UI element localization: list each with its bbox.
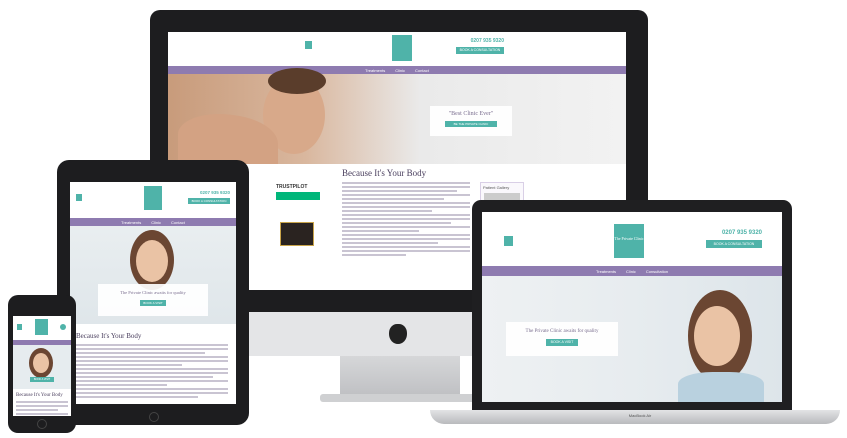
book-consultation-button[interactable]: BOOK A CONSULTATION — [706, 240, 762, 248]
hero-model-image — [33, 353, 49, 373]
hero-model-shirt — [678, 372, 764, 402]
hero-quote: "Best Clinic Ever" — [448, 111, 494, 117]
trustpilot-widget[interactable]: TRUSTPILOT — [276, 184, 320, 200]
imac-nav: Treatments Clinic Contact — [168, 66, 626, 74]
section-heading: Because It's Your Body — [342, 168, 427, 178]
trustpilot-label: TRUSTPILOT — [276, 184, 308, 190]
hero-model-hair — [268, 68, 326, 94]
nav-item-clinic[interactable]: Clinic — [395, 68, 405, 73]
nav-item-clinic[interactable]: Clinic — [151, 220, 161, 225]
logo-text: The Private Clinic — [614, 236, 644, 241]
hero-button[interactable]: BOOK A VISIT — [140, 300, 166, 306]
body-copy — [16, 401, 68, 416]
nav-item-treatments[interactable]: Treatments — [596, 269, 616, 274]
hero-model-image — [136, 240, 168, 282]
phone-screen: BOOK A VISIT Because It's Your Body — [13, 316, 71, 416]
hero-tagline: The Private Clinic awaits for quality — [120, 290, 186, 295]
hero-tagline-box: The Private Clinic awaits for quality BO… — [98, 284, 208, 316]
laptop-screen: The Private Clinic 0207 935 9320 BOOK A … — [482, 212, 782, 402]
phone-hero: BOOK A VISIT — [13, 345, 71, 389]
menu-icon[interactable] — [76, 194, 82, 201]
body-copy — [76, 344, 228, 400]
clinic-logo[interactable] — [144, 186, 162, 210]
phone-header — [13, 316, 71, 338]
section-heading: Because It's Your Body — [16, 393, 63, 398]
header-phone[interactable]: 0207 935 9320 — [188, 190, 230, 195]
laptop-hero: The Private Clinic awaits for quality BO… — [482, 276, 782, 402]
clinic-logo[interactable]: The Private Clinic — [614, 224, 644, 258]
imac-hero: "Best Clinic Ever" BE THE PRIVATE CLINIC — [168, 68, 626, 164]
hero-button[interactable]: BOOK A VISIT — [546, 339, 578, 346]
award-badge — [280, 222, 314, 246]
hero-quote-box: "Best Clinic Ever" BE THE PRIVATE CLINIC — [430, 106, 512, 136]
imac-header: 0207 935 9320 BOOK A CONSULTATION — [168, 32, 626, 66]
body-copy — [342, 182, 470, 258]
imac-stand — [340, 356, 460, 396]
home-button-icon[interactable] — [37, 419, 47, 429]
trustpilot-stars — [276, 192, 320, 200]
hero-button[interactable]: BOOK A VISIT — [30, 377, 54, 382]
hero-tagline-box: The Private Clinic awaits for quality BO… — [506, 322, 618, 356]
tablet-screen: 0207 935 9320 BOOK A CONSULTATION Treatm… — [70, 182, 236, 404]
book-consultation-button[interactable]: BOOK A CONSULTATION — [456, 47, 504, 54]
tablet-hero: The Private Clinic awaits for quality BO… — [70, 226, 236, 324]
laptop-nav: Treatments Clinic Consultation — [482, 266, 782, 276]
home-button-icon[interactable] — [149, 412, 159, 422]
hero-tagline: The Private Clinic awaits for quality — [525, 329, 599, 334]
laptop-model-label: MacBook Air — [628, 413, 652, 418]
apple-logo-icon — [389, 324, 407, 344]
header-phone[interactable]: 0207 935 9320 — [706, 230, 762, 236]
menu-icon[interactable] — [305, 41, 312, 49]
clinic-logo[interactable] — [35, 319, 48, 335]
hero-model-image — [694, 306, 740, 366]
menu-icon[interactable] — [17, 324, 22, 330]
laptop-header: The Private Clinic 0207 935 9320 BOOK A … — [482, 212, 782, 266]
laptop-base: MacBook Air — [430, 410, 840, 424]
tablet-header: 0207 935 9320 BOOK A CONSULTATION — [70, 182, 236, 214]
section-heading: Because It's Your Body — [76, 332, 142, 340]
nav-item-clinic[interactable]: Clinic — [626, 269, 636, 274]
menu-icon[interactable] — [504, 236, 513, 246]
nav-item-consultation[interactable]: Consultation — [646, 269, 668, 274]
phone-call-icon[interactable] — [60, 324, 66, 330]
imac-foot — [320, 394, 480, 402]
header-phone[interactable]: 0207 935 9320 — [456, 38, 504, 44]
nav-item-contact[interactable]: Contact — [171, 220, 185, 225]
patient-gallery-label: Patient Gallery — [483, 185, 510, 190]
tablet-nav: Treatments Clinic Contact — [70, 218, 236, 226]
nav-item-treatments[interactable]: Treatments — [365, 68, 385, 73]
nav-item-treatments[interactable]: Treatments — [121, 220, 141, 225]
clinic-logo[interactable] — [392, 35, 412, 61]
nav-item-contact[interactable]: Contact — [415, 68, 429, 73]
book-consultation-button[interactable]: BOOK A CONSULTATION — [188, 198, 230, 204]
hero-button[interactable]: BE THE PRIVATE CLINIC — [445, 121, 497, 127]
